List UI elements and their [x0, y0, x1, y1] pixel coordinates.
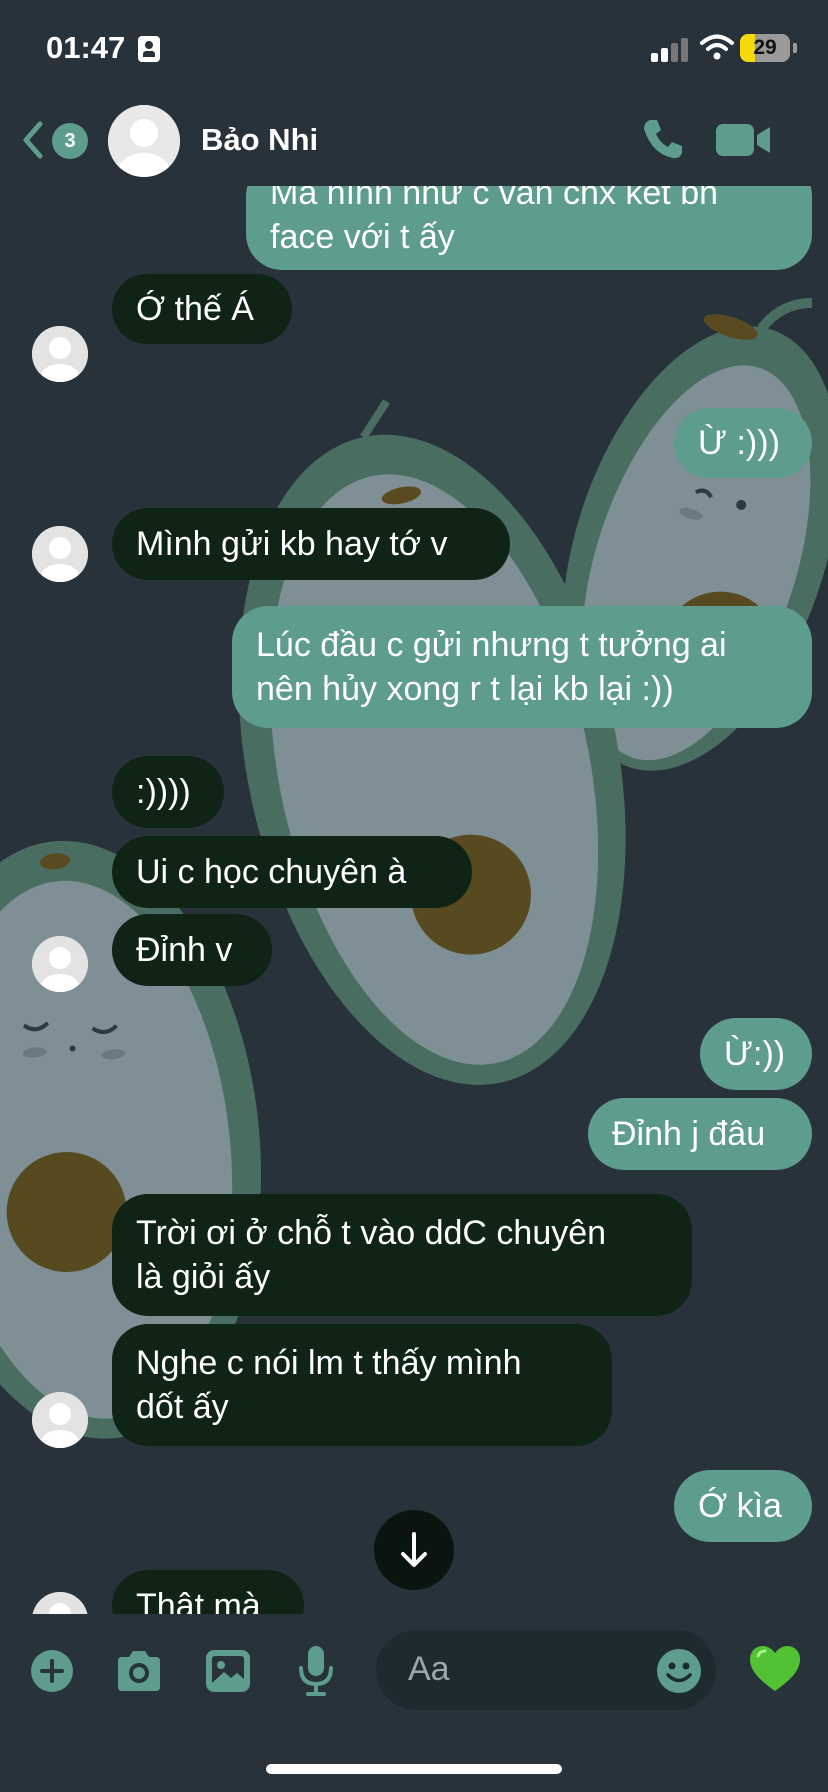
- message-list[interactable]: Mà hình như c vẫn chx kết bn face với t ấ…: [0, 186, 828, 1614]
- message-text: Ớ kìa: [698, 1487, 782, 1525]
- message-text: Ui c học chuyên à: [136, 853, 407, 891]
- unread-count-badge: 3: [52, 123, 88, 159]
- message-bubble-incoming[interactable]: Trời ơi ở chỗ t vào ddC chuyên là giỏi ấy: [112, 1194, 692, 1316]
- person-silhouette-icon: [32, 1592, 88, 1614]
- status-time: 01:47: [46, 30, 126, 65]
- green-heart-icon[interactable]: [748, 1644, 802, 1694]
- person-silhouette-icon: [32, 326, 88, 382]
- message-text: Nghe c nói lm t thấy mình dốt ấy: [136, 1344, 522, 1426]
- plus-icon[interactable]: [30, 1649, 74, 1693]
- contact-avatar[interactable]: [108, 105, 180, 177]
- contact-card-icon: [138, 36, 160, 62]
- wifi-icon: [700, 34, 734, 60]
- message-bubble-incoming[interactable]: :)))): [112, 756, 224, 828]
- message-text: Mà hình như c vẫn chx kết bn face với t ấ…: [270, 186, 719, 256]
- message-text: :)))): [136, 773, 191, 811]
- person-silhouette-icon: [32, 526, 88, 582]
- message-bubble-outgoing[interactable]: Ớ kìa: [674, 1470, 812, 1542]
- message-text: Đỉnh v: [136, 931, 233, 969]
- message-text: Ừ:)): [724, 1035, 786, 1073]
- arrow-down-icon: [401, 1532, 427, 1567]
- message-text: Thật mà: [136, 1587, 261, 1614]
- message-input-placeholder: Aa: [408, 1650, 450, 1688]
- chat-screen: 01:47 29 3 Bảo Nhi Mà hình như c vẫn chx…: [0, 0, 828, 1792]
- message-text: Trời ơi ở chỗ t vào ddC chuyên là giỏi ấy: [136, 1214, 607, 1296]
- chevron-left-icon: [23, 121, 43, 159]
- home-indicator[interactable]: [266, 1764, 562, 1774]
- microphone-icon[interactable]: [296, 1644, 336, 1698]
- message-bubble-outgoing[interactable]: Lúc đầu c gửi nhưng t tưởng ai nên hủy xo…: [232, 606, 812, 728]
- message-text: Mình gửi kb hay tớ v: [136, 525, 448, 563]
- back-button[interactable]: 3: [22, 118, 92, 162]
- sender-avatar[interactable]: [32, 936, 88, 992]
- message-bubble-outgoing[interactable]: Mà hình như c vẫn chx kết bn face với t ấ…: [246, 186, 812, 270]
- battery-tip: [793, 43, 797, 53]
- composer-bar: Aa: [0, 1614, 828, 1724]
- message-bubble-incoming[interactable]: Nghe c nói lm t thấy mình dốt ấy: [112, 1324, 612, 1446]
- sender-avatar[interactable]: [32, 1592, 88, 1614]
- status-bar: 01:47 29: [0, 0, 828, 100]
- sender-avatar[interactable]: [32, 526, 88, 582]
- message-bubble-incoming[interactable]: Mình gửi kb hay tớ v: [112, 508, 510, 580]
- message-bubble-incoming[interactable]: Ớ thế Á: [112, 274, 292, 344]
- contact-name[interactable]: Bảo Nhi: [201, 122, 318, 158]
- image-icon[interactable]: [204, 1648, 252, 1694]
- message-text: Đỉnh j đâu: [612, 1115, 766, 1153]
- message-bubble-incoming[interactable]: Đỉnh v: [112, 914, 272, 986]
- video-camera-icon[interactable]: [716, 122, 772, 158]
- camera-icon[interactable]: [114, 1649, 164, 1693]
- cellular-signal-icon: [651, 36, 691, 62]
- message-bubble-incoming[interactable]: Thật mà: [112, 1570, 304, 1614]
- message-bubble-outgoing[interactable]: Đỉnh j đâu: [588, 1098, 812, 1170]
- phone-icon[interactable]: [640, 116, 686, 162]
- smiley-icon[interactable]: [656, 1648, 702, 1694]
- message-input[interactable]: Aa: [376, 1630, 716, 1710]
- battery-icon: 29: [740, 34, 790, 62]
- message-bubble-outgoing[interactable]: Ừ:)): [700, 1018, 812, 1090]
- message-text: Ớ thế Á: [136, 290, 254, 328]
- scroll-to-bottom-button[interactable]: [374, 1510, 454, 1590]
- person-silhouette-icon: [108, 105, 180, 177]
- person-silhouette-icon: [32, 936, 88, 992]
- chat-header: 3 Bảo Nhi: [0, 100, 828, 186]
- battery-percent: 29: [753, 36, 777, 59]
- person-silhouette-icon: [32, 1392, 88, 1448]
- message-bubble-incoming[interactable]: Ui c học chuyên à: [112, 836, 472, 908]
- message-text: Lúc đầu c gửi nhưng t tưởng ai nên hủy xo…: [256, 626, 727, 708]
- sender-avatar[interactable]: [32, 326, 88, 382]
- message-bubble-outgoing[interactable]: Ừ :))): [674, 408, 812, 478]
- sender-avatar[interactable]: [32, 1392, 88, 1448]
- message-text: Ừ :))): [698, 424, 780, 462]
